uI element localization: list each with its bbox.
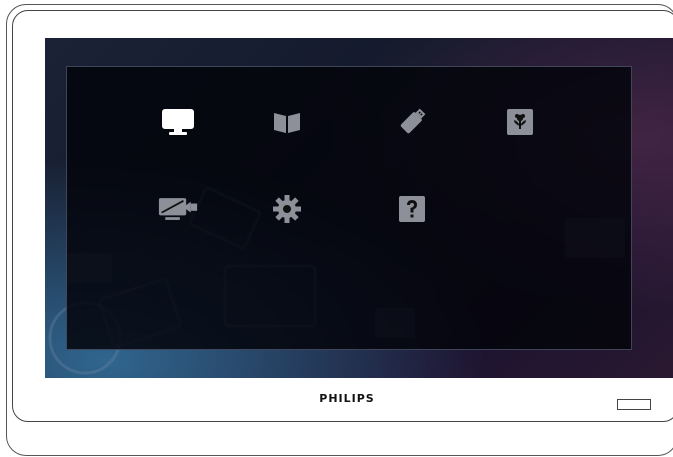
home-menu-panel	[66, 66, 632, 350]
menu-item-book[interactable]	[267, 102, 307, 142]
monitor-icon	[162, 109, 194, 135]
tv-screen	[45, 38, 673, 378]
brand-logo: PHILIPS	[319, 392, 375, 405]
menu-item-usb[interactable]	[392, 102, 432, 142]
gear-icon	[273, 195, 301, 223]
menu-item-settings[interactable]	[267, 189, 307, 229]
help-icon	[399, 196, 425, 222]
power-indicator[interactable]	[617, 399, 651, 410]
usb-icon	[400, 108, 426, 134]
display-input-icon	[158, 198, 198, 220]
book-icon	[274, 113, 300, 133]
menu-item-monitor[interactable]	[158, 102, 198, 142]
menu-item-flower[interactable]	[500, 102, 540, 142]
menu-item-display-input[interactable]	[158, 189, 198, 229]
menu-item-help[interactable]	[392, 189, 432, 229]
flower-icon	[507, 109, 533, 135]
